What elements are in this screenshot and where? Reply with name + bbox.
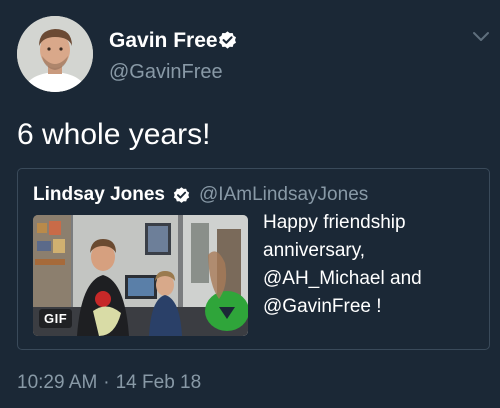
chevron-down-icon[interactable] [471,26,491,46]
author-display-name[interactable]: Gavin Free [109,28,218,54]
quoted-text-line: @GavinFree ! [263,296,382,317]
timestamp-time: 10:29 AM [17,372,98,393]
quoted-text-line: Happy friendship [263,212,406,233]
quoted-text-line: anniversary, [263,240,366,261]
avatar-image [17,16,93,92]
tweet-timestamp[interactable]: 10:29 AM · 14 Feb 18 [17,371,201,395]
author-handle[interactable]: @GavinFree [109,60,223,84]
quoted-gif-media[interactable]: GIF [33,215,248,336]
verified-badge-icon [173,187,190,203]
gif-badge: GIF [39,309,73,328]
timestamp-date: 14 Feb 18 [115,372,202,393]
quoted-handle: @IAmLindsayJones [199,184,369,205]
quoted-display-name: Lindsay Jones [33,184,165,205]
quoted-tweet-text: Happy friendship anniversary, @AH_Michae… [263,209,483,321]
tweet: Gavin Free @GavinFree 6 whole years! Lin… [0,0,500,408]
quoted-tweet-card[interactable]: Lindsay Jones @IAmLindsayJones GIF Happy… [17,168,490,350]
avatar[interactable] [17,16,93,92]
verified-badge-icon [219,31,236,49]
tweet-text: 6 whole years! [17,118,211,151]
timestamp-separator: · [103,372,110,393]
quoted-text-line: @AH_Michael and [263,268,422,289]
